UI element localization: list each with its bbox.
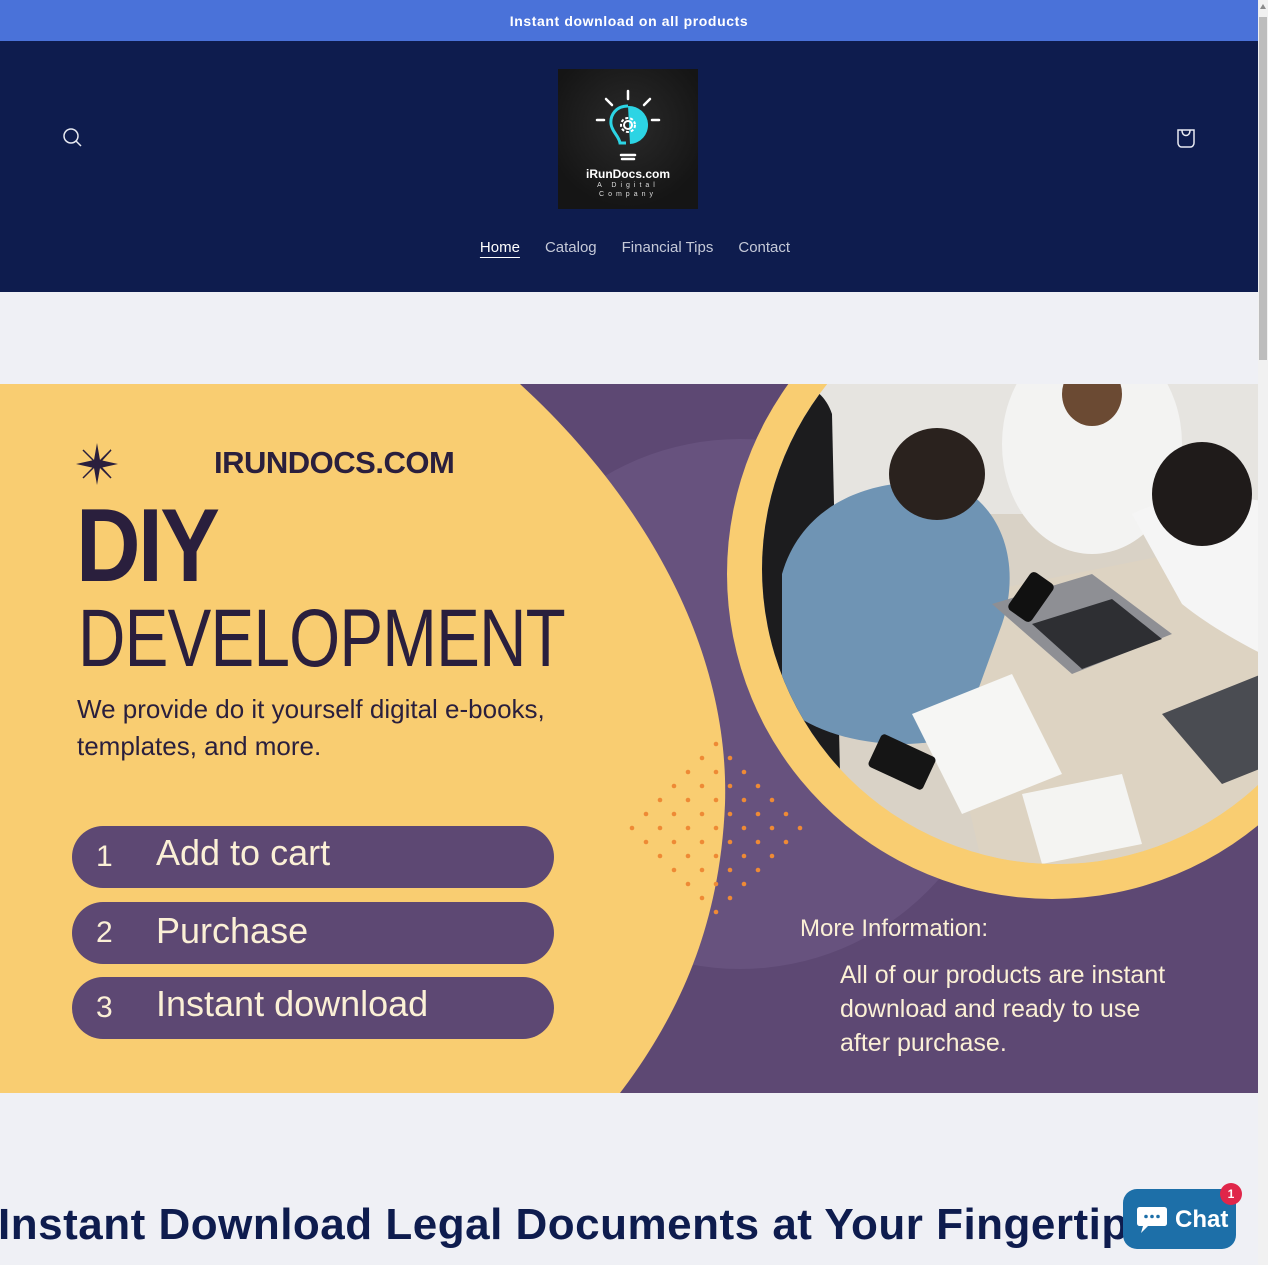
- announcement-text: Instant download on all products: [509, 12, 749, 29]
- lightbulb-gear-icon: [595, 89, 661, 161]
- decorative-dot: [699, 755, 705, 761]
- step-label: Instant download: [156, 983, 429, 1024]
- step-number: 3: [96, 991, 113, 1024]
- cart-button[interactable]: [1171, 123, 1201, 153]
- logo-tagline-2: Company: [599, 191, 657, 198]
- decorative-dot: [741, 853, 747, 859]
- decorative-dot: [685, 825, 691, 831]
- decorative-dot: [699, 811, 705, 817]
- decorative-dot: [713, 797, 719, 803]
- decorative-dot: [755, 783, 761, 789]
- decorative-dot: [657, 825, 663, 831]
- decorative-dot: [713, 741, 719, 747]
- decorative-dot: [713, 769, 719, 775]
- shopping-bag-icon: [1177, 129, 1195, 148]
- decorative-dot: [727, 811, 733, 817]
- decorative-dot: [727, 839, 733, 845]
- chat-button[interactable]: Chat: [1123, 1189, 1236, 1249]
- decorative-dot: [755, 811, 761, 817]
- step-label: Add to cart: [156, 832, 331, 873]
- scroll-up-arrow-icon[interactable]: [1260, 4, 1266, 9]
- page-scrollbar[interactable]: [1258, 0, 1268, 1265]
- decorative-dot: [657, 797, 663, 803]
- step-instant-download: 3 Instant download: [72, 977, 554, 1039]
- decorative-dot: [769, 853, 775, 859]
- step-purchase: 2 Purchase: [72, 902, 554, 964]
- search-icon: [63, 128, 82, 147]
- decorative-dot: [741, 769, 747, 775]
- decorative-dot: [727, 867, 733, 873]
- decorative-dot: [727, 783, 733, 789]
- scrollbar-thumb[interactable]: [1259, 17, 1267, 360]
- decorative-dot: [769, 797, 775, 803]
- chat-bubble-icon: [1137, 1207, 1167, 1233]
- decorative-dot: [699, 895, 705, 901]
- decorative-dot: [797, 825, 803, 831]
- decorative-dot: [783, 811, 789, 817]
- site-logo[interactable]: iRunDocs.com A Digital Company: [558, 69, 698, 209]
- decorative-dot: [671, 839, 677, 845]
- decorative-dot: [685, 853, 691, 859]
- main-nav: Home Catalog Financial Tips Contact: [0, 239, 1258, 256]
- logo-name: iRunDocs.com: [585, 167, 670, 181]
- decorative-dot: [671, 783, 677, 789]
- step-number: 1: [96, 840, 113, 873]
- decorative-dot: [741, 825, 747, 831]
- decorative-dot: [699, 867, 705, 873]
- step-number: 2: [96, 916, 113, 949]
- decorative-dot: [699, 783, 705, 789]
- chat-label: Chat: [1175, 1206, 1229, 1233]
- hero-banner: IRUNDOCS.COM DIY DEVELOPMENT We provide …: [0, 384, 1258, 1093]
- step-label: Purchase: [156, 910, 309, 951]
- step-add-to-cart: 1 Add to cart: [72, 826, 554, 888]
- decorative-dot: [643, 811, 649, 817]
- decorative-dot: [755, 839, 761, 845]
- hero-headline-bold: DIY: [76, 488, 220, 604]
- chat-notification-badge: 1: [1220, 1183, 1242, 1205]
- decorative-dot: [727, 895, 733, 901]
- decorative-dot: [783, 839, 789, 845]
- decorative-dot: [699, 839, 705, 845]
- decorative-dot: [685, 797, 691, 803]
- decorative-dot: [671, 811, 677, 817]
- search-button[interactable]: [58, 123, 88, 153]
- nav-financial-tips[interactable]: Financial Tips: [622, 239, 714, 256]
- hero-brand: IRUNDOCS.COM: [214, 445, 455, 480]
- decorative-dot: [643, 839, 649, 845]
- decorative-dot: [713, 909, 719, 915]
- decorative-dot: [741, 797, 747, 803]
- decorative-dot: [629, 825, 635, 831]
- announcement-bar: Instant download on all products: [0, 0, 1258, 41]
- more-info-title: More Information:: [800, 915, 989, 942]
- more-info-body: All of our products are instant download…: [840, 961, 1166, 1057]
- decorative-dot: [713, 825, 719, 831]
- sparkle-star-icon: [76, 443, 118, 485]
- section-title: Instant Download Legal Documents at Your…: [0, 1200, 1154, 1249]
- hero-headline-light: DEVELOPMENT: [78, 593, 566, 684]
- decorative-dot: [685, 769, 691, 775]
- logo-tagline-1: A Digital: [597, 182, 659, 189]
- decorative-dot: [713, 881, 719, 887]
- decorative-dot: [685, 881, 691, 887]
- decorative-dot: [671, 867, 677, 873]
- decorative-dot: [657, 853, 663, 859]
- site-header: iRunDocs.com A Digital Company Home Cata…: [0, 41, 1258, 292]
- decorative-dot: [769, 825, 775, 831]
- decorative-dot: [727, 755, 733, 761]
- decorative-dot: [713, 853, 719, 859]
- hero-description: We provide do it yourself digital e-book…: [77, 694, 545, 761]
- decorative-dot: [741, 881, 747, 887]
- decorative-dot: [755, 867, 761, 873]
- nav-contact[interactable]: Contact: [738, 239, 790, 256]
- nav-home[interactable]: Home: [480, 239, 520, 256]
- nav-catalog[interactable]: Catalog: [545, 239, 597, 256]
